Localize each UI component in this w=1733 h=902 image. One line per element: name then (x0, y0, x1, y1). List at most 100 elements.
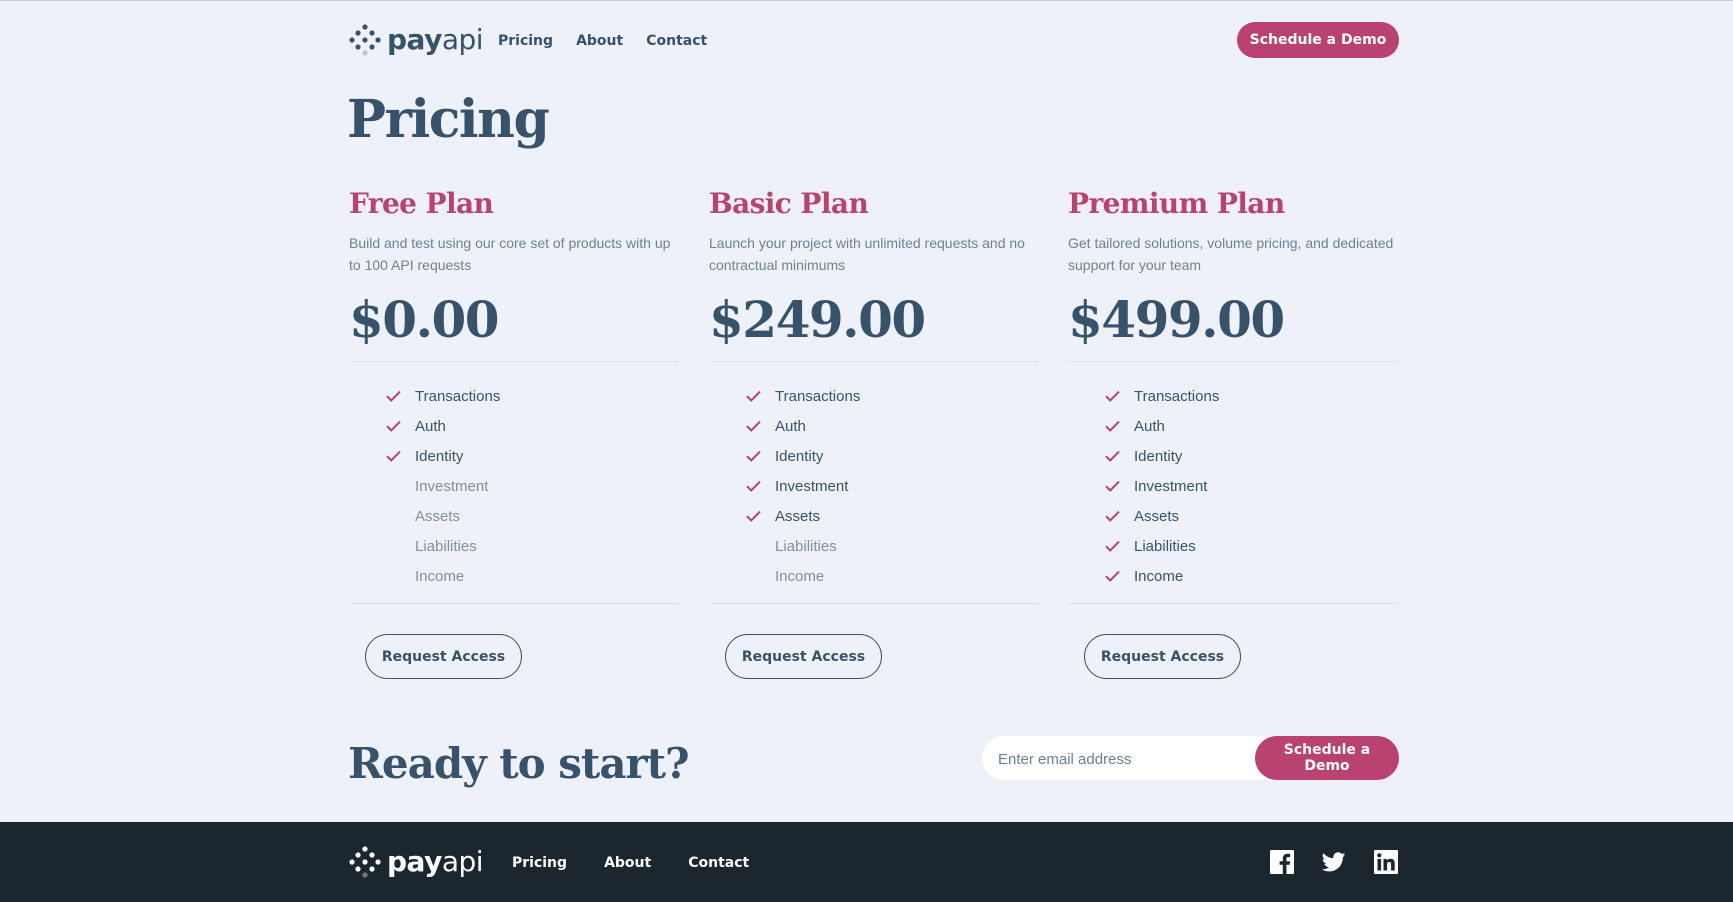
plan-description: Build and test using our core set of pro… (349, 235, 671, 273)
plan-name: Free Plan (349, 187, 494, 220)
feature-item: Assets (709, 501, 1039, 531)
feature-item: Income (709, 561, 1039, 591)
top-border (0, 0, 1733, 1)
feature-item: Investment (349, 471, 679, 501)
feature-label: Income (415, 567, 465, 585)
plan-description: Launch your project with unlimited reque… (709, 235, 1025, 273)
twitter-icon[interactable] (1322, 850, 1346, 874)
check-icon (386, 570, 401, 582)
feature-label: Liabilities (775, 537, 837, 555)
signup-form: Schedule a Demo (982, 736, 1399, 782)
feature-item: Identity (1068, 441, 1398, 471)
footer-link-pricing[interactable]: Pricing (512, 853, 567, 873)
divider (1068, 603, 1398, 604)
plan-card-basic: Basic Plan Launch your project with unli… (709, 186, 1039, 679)
plan-name: Premium Plan (1068, 187, 1285, 220)
feature-label: Assets (775, 507, 821, 525)
footer-nav: Pricing About Contact (512, 853, 786, 873)
signup-schedule-demo-button[interactable]: Schedule a Demo (1255, 736, 1399, 780)
feature-label: Liabilities (415, 537, 477, 555)
feature-label: Investment (1134, 477, 1208, 495)
feature-item: Assets (349, 501, 679, 531)
request-access-button[interactable]: Request Access (725, 634, 882, 679)
feature-label: Income (775, 567, 825, 585)
check-icon (386, 480, 401, 492)
feature-label: Identity (415, 447, 464, 465)
feature-item: Liabilities (349, 531, 679, 561)
feature-label: Transactions (1134, 387, 1220, 405)
dots-logo-icon (349, 24, 381, 56)
logo-wordmark: payapi (387, 845, 484, 878)
feature-label: Identity (775, 447, 824, 465)
feature-list: Transactions Auth Identity Investment Assets… (349, 381, 679, 591)
feature-item: Income (1068, 561, 1398, 591)
footer-link-contact[interactable]: Contact (688, 853, 749, 873)
facebook-icon[interactable] (1270, 850, 1294, 874)
feature-label: Assets (1134, 507, 1180, 525)
main-nav: Pricing About Contact (498, 31, 730, 51)
check-icon (746, 570, 761, 582)
check-icon (746, 420, 761, 432)
nav-link-contact[interactable]: Contact (646, 31, 707, 51)
request-access-button[interactable]: Request Access (365, 634, 522, 679)
check-icon (746, 480, 761, 492)
feature-item: Auth (1068, 411, 1398, 441)
feature-item: Transactions (709, 381, 1039, 411)
nav-link-pricing[interactable]: Pricing (498, 31, 553, 51)
feature-item: Investment (1068, 471, 1398, 501)
feature-label: Income (1134, 567, 1184, 585)
logo-wordmark: payapi (387, 23, 484, 56)
dots-logo-icon (349, 846, 381, 878)
feature-item: Transactions (1068, 381, 1398, 411)
site-header: payapi Pricing About Contact Schedule a … (349, 22, 1399, 60)
feature-label: Investment (415, 477, 489, 495)
check-icon (1105, 450, 1120, 462)
page-title: Pricing (347, 89, 550, 150)
feature-label: Assets (415, 507, 461, 525)
divider (709, 361, 1039, 362)
check-icon (1105, 390, 1120, 402)
logo[interactable]: payapi (349, 22, 484, 58)
ready-title: Ready to start? (348, 739, 690, 788)
check-icon (1105, 420, 1120, 432)
feature-item: Investment (709, 471, 1039, 501)
footer-link-about[interactable]: About (604, 853, 651, 873)
divider (709, 603, 1039, 604)
feature-label: Auth (415, 417, 446, 435)
feature-item: Identity (349, 441, 679, 471)
divider (349, 361, 679, 362)
check-icon (1105, 510, 1120, 522)
request-access-button[interactable]: Request Access (1084, 634, 1241, 679)
social-links (1270, 850, 1398, 874)
plan-name: Basic Plan (709, 187, 869, 220)
feature-list: Transactions Auth Identity Investment Assets… (1068, 381, 1398, 591)
feature-item: Liabilities (1068, 531, 1398, 561)
feature-label: Liabilities (1134, 537, 1196, 555)
check-icon (1105, 540, 1120, 552)
divider (1068, 361, 1398, 362)
plan-card-premium: Premium Plan Get tailored solutions, vol… (1068, 186, 1398, 679)
check-icon (746, 390, 761, 402)
linkedin-icon[interactable] (1374, 850, 1398, 874)
site-footer: payapi Pricing About Contact (0, 822, 1733, 902)
plan-description: Get tailored solutions, volume pricing, … (1068, 235, 1394, 273)
feature-item: Identity (709, 441, 1039, 471)
check-icon (386, 390, 401, 402)
check-icon (386, 450, 401, 462)
feature-label: Transactions (775, 387, 861, 405)
check-icon (386, 510, 401, 522)
divider (349, 603, 679, 604)
plan-price: $499.00 (1068, 290, 1285, 349)
plan-card-free: Free Plan Build and test using our core … (349, 186, 679, 679)
feature-item: Auth (349, 411, 679, 441)
nav-link-about[interactable]: About (576, 31, 623, 51)
footer-logo[interactable]: payapi (349, 844, 484, 880)
schedule-demo-button[interactable]: Schedule a Demo (1237, 22, 1399, 58)
feature-item: Assets (1068, 501, 1398, 531)
email-input[interactable] (996, 736, 1230, 782)
check-icon (386, 540, 401, 552)
feature-label: Identity (1134, 447, 1183, 465)
check-icon (746, 450, 761, 462)
feature-label: Investment (775, 477, 849, 495)
feature-item: Auth (709, 411, 1039, 441)
